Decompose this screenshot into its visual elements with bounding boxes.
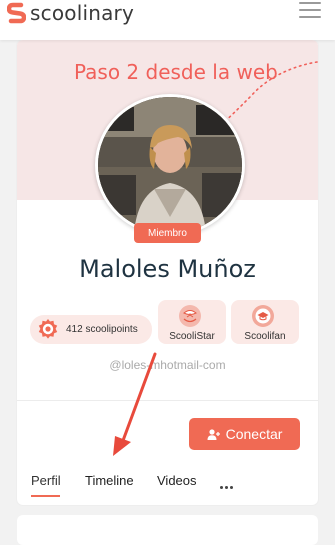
star-award-icon — [179, 305, 201, 327]
user-name: Maloles Muñoz — [79, 255, 256, 283]
award-scoolifan[interactable]: Scoolifan — [231, 300, 299, 344]
logo-text: scoolinary — [30, 1, 134, 25]
graduation-cap-icon — [252, 305, 274, 327]
member-badge: Miembro — [134, 223, 201, 243]
tab-timeline[interactable]: Timeline — [85, 473, 134, 488]
scoolipoints-label: 412 scoolipoints — [66, 324, 138, 335]
award-scoolistar[interactable]: ScooliStar — [158, 300, 226, 344]
tab-videos[interactable]: Videos — [157, 473, 197, 488]
connect-label: Conectar — [225, 426, 283, 442]
hamburger-icon[interactable] — [299, 2, 321, 18]
points-badge-icon — [38, 319, 58, 339]
avatar[interactable] — [95, 94, 245, 236]
profile-card: Paso 2 desde la web Miembro Maloles Muño… — [17, 40, 318, 505]
add-user-icon — [207, 428, 220, 440]
top-bar: scoolinary — [0, 0, 335, 40]
connect-button[interactable]: Conectar — [189, 418, 300, 450]
divider — [17, 400, 318, 401]
logo[interactable]: scoolinary — [7, 0, 134, 26]
tab-perfil[interactable]: Perfil — [31, 473, 61, 488]
award-label: ScooliStar — [169, 331, 215, 342]
award-label: Scoolifan — [244, 331, 286, 342]
next-card — [17, 515, 318, 545]
user-email: @loles-mhotmail-com — [109, 358, 226, 372]
scoolipoints-pill[interactable]: 412 scoolipoints — [30, 315, 152, 344]
scoolinary-logo-icon — [7, 2, 26, 24]
active-tab-indicator — [31, 495, 60, 497]
more-horizontal-icon[interactable] — [220, 486, 236, 491]
avatar-photo — [98, 97, 242, 233]
